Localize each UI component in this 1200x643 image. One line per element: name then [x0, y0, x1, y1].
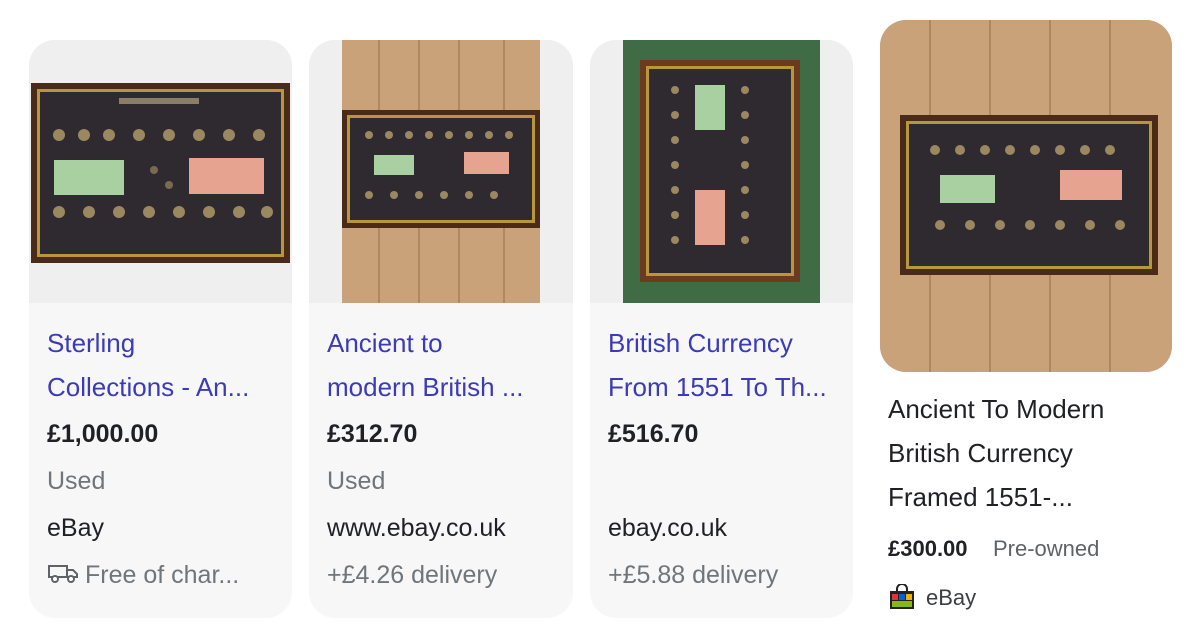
product-seller: ebay.co.uk: [608, 514, 728, 542]
product-condition: Used: [47, 467, 106, 495]
product-title-line-1[interactable]: Sterling: [47, 321, 287, 365]
shopping-bag-icon: [888, 583, 916, 615]
product-card-3[interactable]: British Currency From 1551 To Th... £516…: [590, 40, 853, 618]
product-seller: eBay: [47, 514, 104, 542]
product-delivery: +£4.26 delivery: [327, 561, 498, 589]
product-title-line-2[interactable]: Collections - An...: [47, 365, 287, 409]
delivery-label: Free of char...: [85, 561, 240, 589]
product-price: £516.70: [608, 420, 699, 448]
product-delivery: +£5.88 delivery: [608, 561, 779, 589]
product-condition: Pre-owned: [993, 536, 1100, 561]
product-card-2[interactable]: Ancient to modern British ... £312.70 Us…: [309, 40, 573, 618]
product-condition: Used: [327, 467, 386, 495]
product-price: £1,000.00: [47, 420, 159, 448]
product-seller: eBay: [926, 585, 977, 610]
product-image-3[interactable]: [590, 40, 853, 303]
product-seller: www.ebay.co.uk: [327, 514, 506, 542]
product-image-1[interactable]: [29, 40, 292, 303]
product-price: £312.70: [327, 420, 418, 448]
product-title-line-2[interactable]: modern British ...: [327, 365, 567, 409]
product-title-line-1[interactable]: Ancient to: [327, 321, 567, 365]
product-delivery: Free of char...: [47, 561, 239, 591]
product-card-1[interactable]: Sterling Collections - An... £1,000.00 U…: [29, 40, 292, 618]
product-title-line-3[interactable]: Framed 1551-...: [888, 475, 1073, 519]
truck-icon: [47, 562, 79, 591]
product-title-line-1[interactable]: British Currency: [608, 321, 848, 365]
product-image-2[interactable]: [309, 40, 573, 303]
product-image-4[interactable]: [880, 20, 1172, 372]
product-title-line-2[interactable]: From 1551 To Th...: [608, 365, 848, 409]
product-title-line-1[interactable]: Ancient To Modern: [888, 387, 1104, 431]
product-title-line-2[interactable]: British Currency: [888, 431, 1073, 475]
product-price: £300.00: [888, 536, 968, 561]
